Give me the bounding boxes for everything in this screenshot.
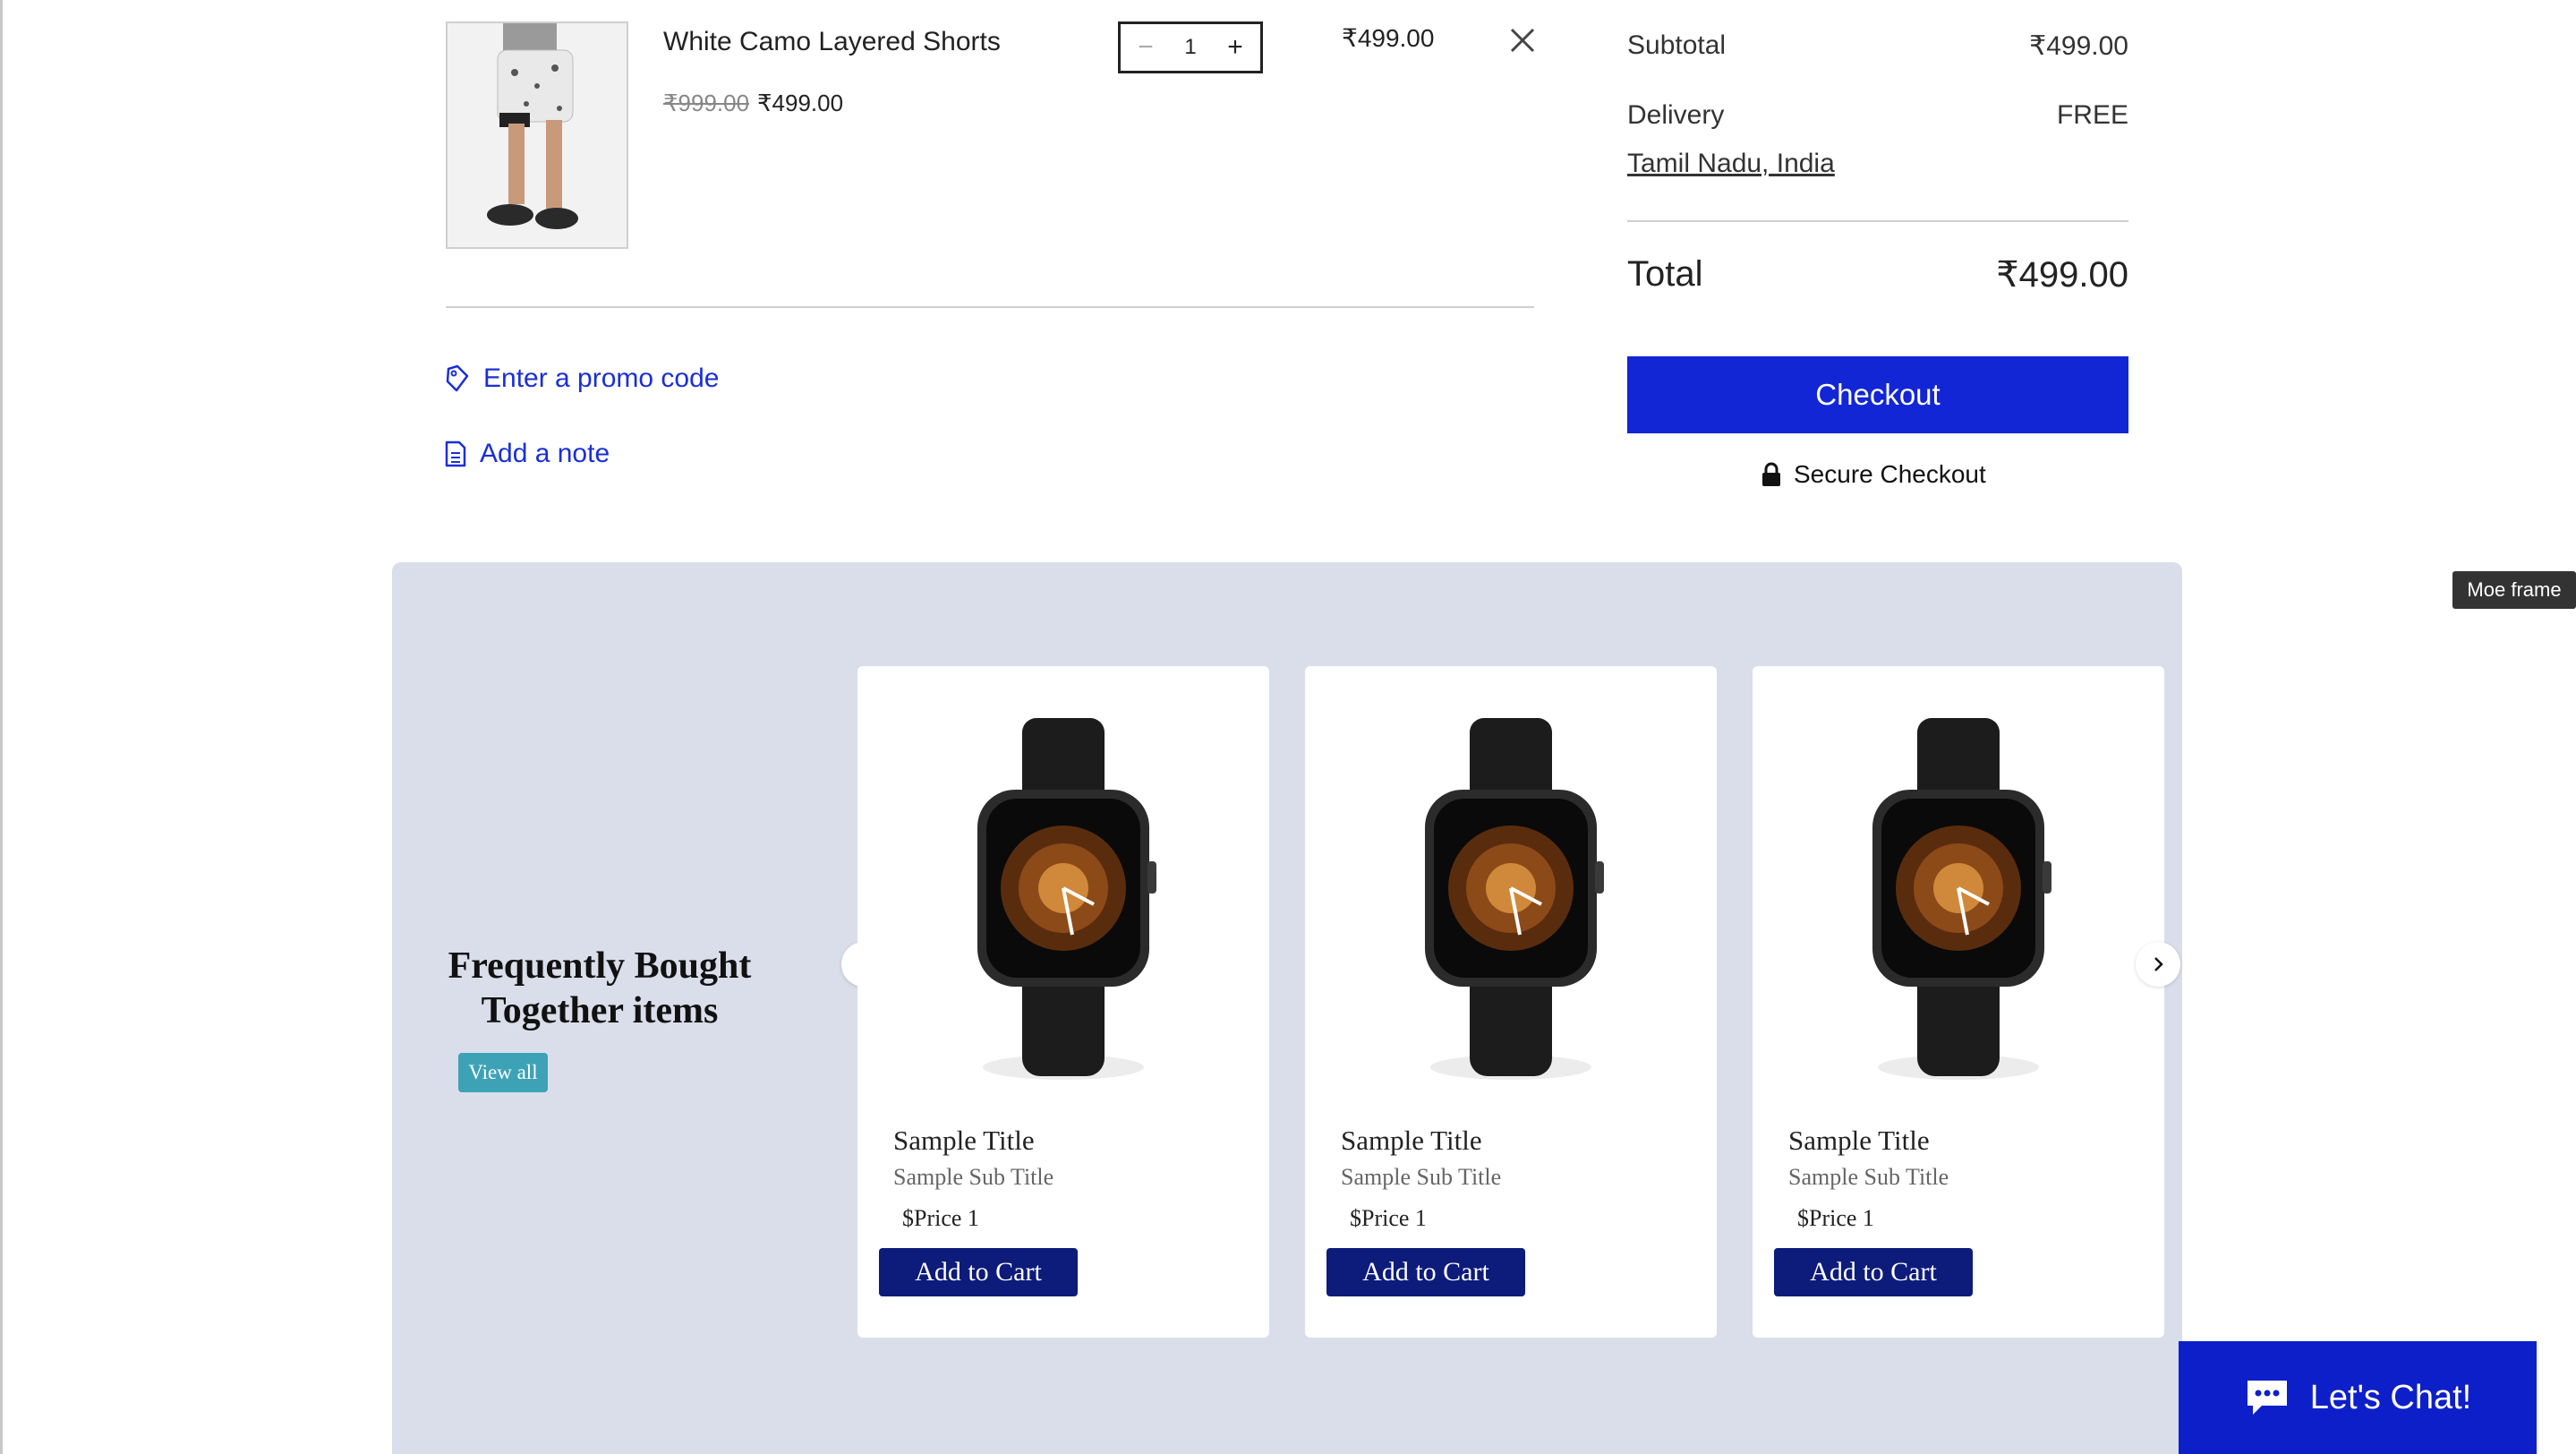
delivery-label: Delivery — [1627, 100, 1725, 130]
lock-icon — [1762, 462, 1780, 486]
product-image[interactable] — [865, 673, 1262, 1103]
summary-divider — [1627, 220, 2128, 222]
secure-checkout-label: Secure Checkout — [1794, 460, 1986, 488]
cart-divider — [446, 306, 1534, 308]
add-to-cart-button[interactable]: Add to Cart — [1326, 1248, 1525, 1296]
tag-icon — [446, 364, 469, 392]
view-all-button[interactable]: View all — [458, 1053, 548, 1092]
checkout-button[interactable]: Checkout — [1627, 356, 2128, 433]
quantity-value[interactable]: 1 — [1184, 35, 1196, 60]
add-to-cart-button[interactable]: Add to Cart — [1774, 1248, 1973, 1296]
quantity-stepper[interactable]: − 1 + — [1118, 21, 1263, 73]
product-image[interactable] — [1312, 673, 1710, 1103]
promo-code-link[interactable]: Enter a promo code — [444, 364, 719, 394]
product-price: $Price 1 — [1350, 1205, 1427, 1231]
product-card[interactable]: Sample Title Sample Sub Title $Price 1 A… — [857, 666, 1269, 1338]
delivery-value: FREE — [2056, 100, 2128, 130]
close-icon — [1510, 28, 1535, 53]
decrement-button[interactable]: − — [1133, 34, 1158, 61]
product-card[interactable]: Sample Title Sample Sub Title $Price 1 A… — [1305, 666, 1717, 1338]
secure-checkout: Secure Checkout — [1761, 460, 1986, 489]
product-price: $Price 1 — [1797, 1205, 1874, 1231]
add-to-cart-button[interactable]: Add to Cart — [879, 1248, 1078, 1296]
product-name[interactable]: White Camo Layered Shorts — [663, 27, 1001, 57]
increment-button[interactable]: + — [1223, 34, 1248, 61]
product-subtitle: Sample Sub Title — [1341, 1164, 1502, 1190]
product-thumbnail[interactable] — [446, 21, 628, 249]
product-card[interactable]: Sample Title Sample Sub Title $Price 1 A… — [1753, 666, 2164, 1338]
promo-code-label: Enter a promo code — [483, 364, 720, 393]
product-title[interactable]: Sample Title — [893, 1125, 1035, 1157]
sale-price: ₹499.00 — [757, 90, 844, 116]
carousel-next-button[interactable] — [2136, 942, 2180, 987]
add-note-link[interactable]: Add a note — [444, 439, 610, 469]
product-subtitle: Sample Sub Title — [893, 1164, 1054, 1190]
product-title[interactable]: Sample Title — [1788, 1125, 1930, 1157]
subtotal-value: ₹499.00 — [2029, 31, 2128, 61]
product-image[interactable] — [1760, 673, 2157, 1103]
add-note-label: Add a note — [480, 439, 610, 468]
product-subtitle: Sample Sub Title — [1788, 1164, 1949, 1190]
product-title[interactable]: Sample Title — [1341, 1125, 1482, 1157]
recommendations-title: Frequently Bought Together items — [448, 945, 752, 1032]
viewport-edge — [0, 0, 3, 1454]
chevron-right-icon — [2154, 957, 2163, 971]
original-price: ₹999.00 — [663, 90, 750, 116]
delivery-location-link[interactable]: Tamil Nadu, India — [1627, 149, 1835, 179]
moe-frame-tooltip: Moe frame — [2452, 571, 2576, 609]
chat-widget-button[interactable]: Let's Chat! — [2179, 1341, 2537, 1454]
note-icon — [445, 440, 466, 467]
product-price: $Price 1 — [902, 1205, 979, 1231]
chat-label: Let's Chat! — [2309, 1378, 2472, 1416]
remove-item-button[interactable] — [1507, 25, 1538, 56]
total-value: ₹499.00 — [1996, 255, 2128, 295]
chat-bubble-icon — [2247, 1381, 2287, 1415]
subtotal-label: Subtotal — [1627, 30, 1727, 60]
line-total: ₹499.00 — [1342, 24, 1435, 52]
total-label: Total — [1627, 254, 1703, 294]
